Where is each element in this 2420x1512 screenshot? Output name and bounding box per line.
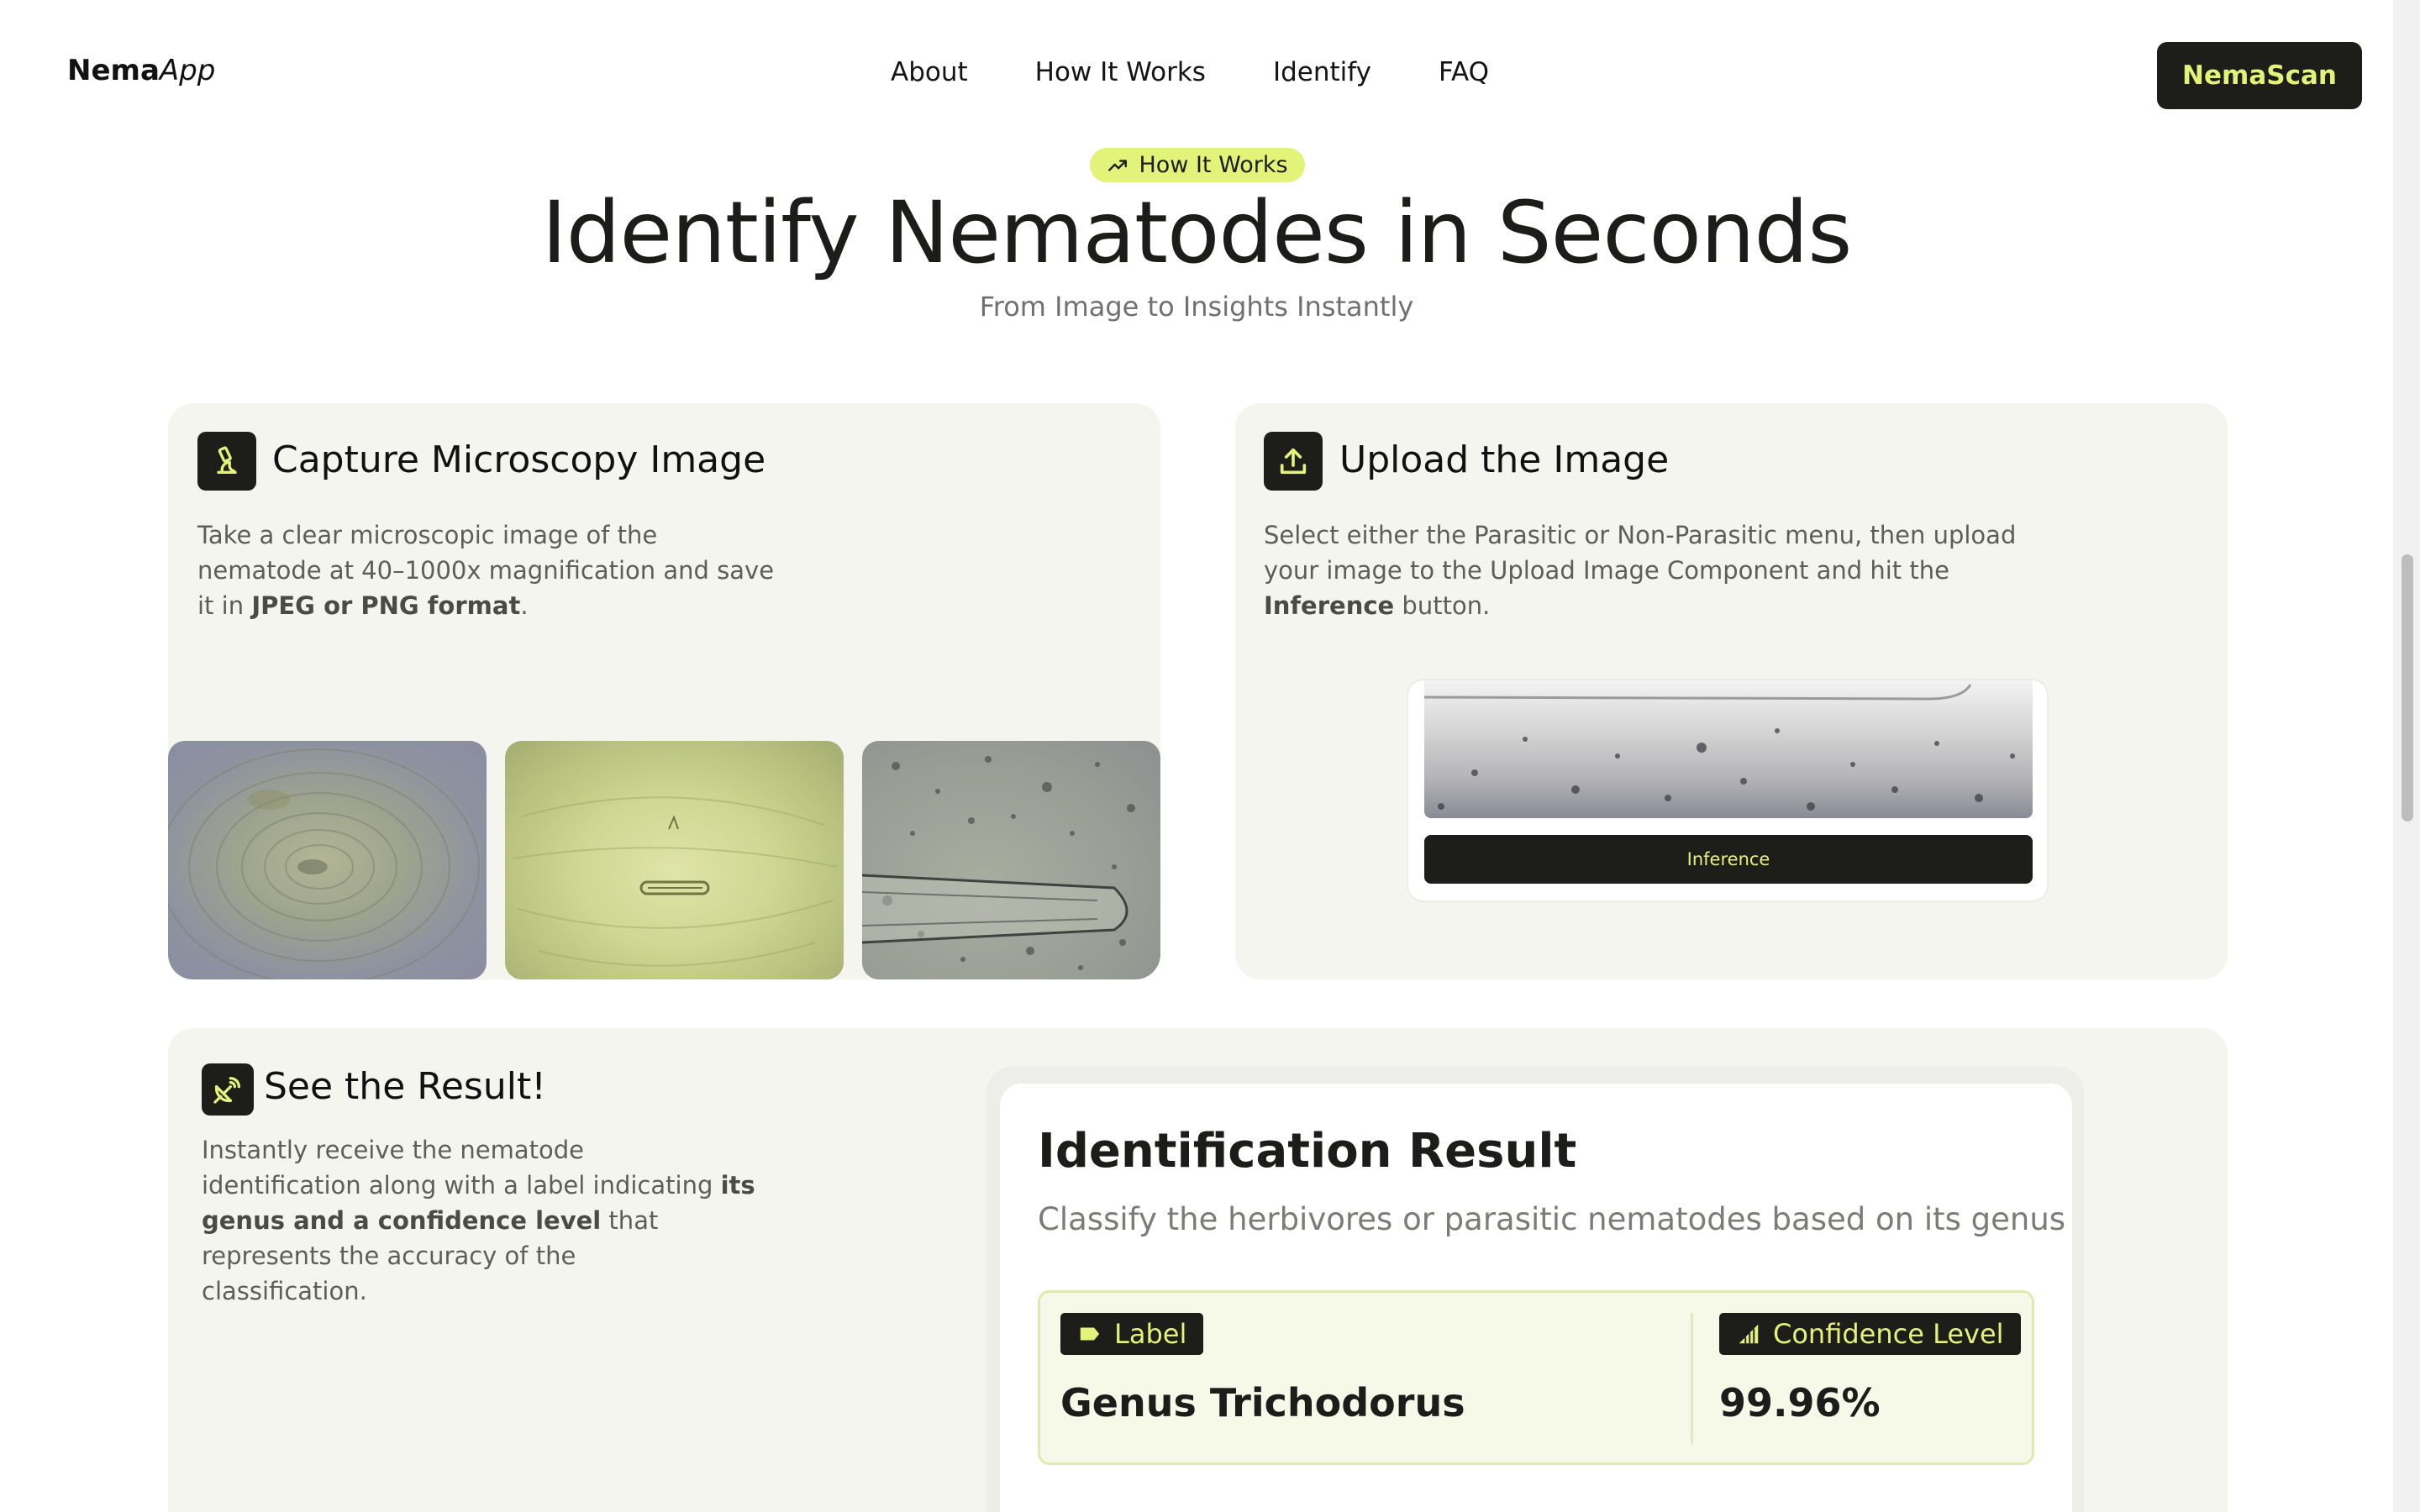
logo[interactable]: NemaApp (67, 54, 215, 87)
desc-line: Select either the Parasitic or Non-Paras… (1264, 521, 2017, 549)
desc-bold: its (720, 1171, 755, 1200)
desc-line: genus and a confidence level that (202, 1203, 790, 1238)
section-pill: How It Works (1090, 148, 1305, 182)
scrollbar-thumb[interactable] (2402, 554, 2413, 822)
desc-bold: Inference (1264, 591, 1395, 620)
step-title: Capture Microscopy Image (272, 438, 766, 481)
desc-bold: genus and a confidence level (202, 1206, 602, 1235)
section-pill-label: How It Works (1139, 152, 1288, 178)
label-tag-text: Label (1114, 1318, 1187, 1350)
identification-result-panel: Identification Result Classify the herbi… (1000, 1084, 2072, 1512)
result-subtitle: Classify the herbivores or parasitic nem… (1038, 1201, 2066, 1237)
signal-icon (1739, 1324, 1759, 1344)
upload-icon (1264, 432, 1323, 491)
confidence-tag: Confidence Level (1719, 1313, 2021, 1355)
desc-bold: JPEG or PNG format (251, 591, 521, 620)
confidence-tag-text: Confidence Level (1773, 1318, 2004, 1350)
micrograph-image (862, 741, 1160, 979)
desc-text: it in (197, 591, 252, 620)
desc-line: classification. (202, 1277, 367, 1305)
step-card-capture: Capture Microscopy Image Take a clear mi… (168, 403, 1160, 979)
top-nav: NemaApp About How It Works Identify FAQ … (0, 0, 2393, 150)
desc-line: Inference button. (1264, 588, 2020, 623)
step-description: Select either the Parasitic or Non-Paras… (1264, 517, 2020, 623)
logo-main: Nema (67, 54, 160, 87)
desc-line: Take a clear microscopic image of the (197, 521, 658, 549)
desc-line: your image to the Upload Image Component… (1264, 556, 1949, 585)
step-title: See the Result! (264, 1065, 546, 1108)
label-tag: Label (1060, 1313, 1204, 1355)
desc-text: . (520, 591, 529, 620)
page-title: Identify Nematodes in Seconds (541, 183, 1853, 283)
result-title: Identification Result (1038, 1124, 1577, 1179)
step-description: Take a clear microscopic image of the ne… (197, 517, 802, 623)
uploaded-image-preview (1424, 680, 2033, 818)
inference-button[interactable]: Inference (1424, 835, 2033, 884)
desc-text: that (601, 1206, 659, 1235)
desc-line: Instantly receive the nematode (202, 1136, 584, 1164)
microscope-icon (197, 432, 256, 491)
divider (1691, 1313, 1693, 1444)
tag-icon (1080, 1327, 1100, 1341)
step-description: Instantly receive the nematode identific… (202, 1132, 790, 1309)
label-value: Genus Trichodorus (1060, 1380, 1465, 1425)
confidence-value: 99.96% (1719, 1380, 1881, 1425)
trend-icon (1108, 159, 1128, 171)
desc-text: button. (1394, 591, 1491, 620)
nav-link-identify[interactable]: Identify (1273, 57, 1371, 87)
nav-links: About How It Works Identify FAQ (891, 57, 1489, 87)
desc-line: represents the accuracy of the (202, 1242, 576, 1270)
step-card-result: See the Result! Instantly receive the ne… (168, 1028, 2228, 1512)
desc-text: identification along with a label indica… (202, 1171, 721, 1200)
micrograph-image (168, 741, 487, 979)
logo-italic: App (159, 54, 216, 87)
nemascan-button[interactable]: NemaScan (2157, 42, 2362, 109)
nav-link-how-it-works[interactable]: How It Works (1035, 57, 1206, 87)
micrograph-image (505, 741, 844, 979)
upload-image-component: Inference (1408, 680, 2047, 900)
desc-line: identification along with a label indica… (202, 1168, 790, 1203)
desc-line: nematode at 40–1000x magnification and s… (197, 556, 775, 585)
step-card-upload: Upload the Image Select either the Paras… (1235, 403, 2228, 979)
result-box: Label Confidence Level Genus Trichodorus… (1038, 1290, 2034, 1465)
desc-line: it in JPEG or PNG format. (197, 588, 802, 623)
step-title: Upload the Image (1339, 438, 1670, 481)
nav-link-about[interactable]: About (891, 57, 968, 87)
satellite-dish-icon (202, 1063, 254, 1116)
nav-link-faq[interactable]: FAQ (1439, 57, 1489, 87)
page-subtitle: From Image to Insights Instantly (979, 291, 1414, 323)
